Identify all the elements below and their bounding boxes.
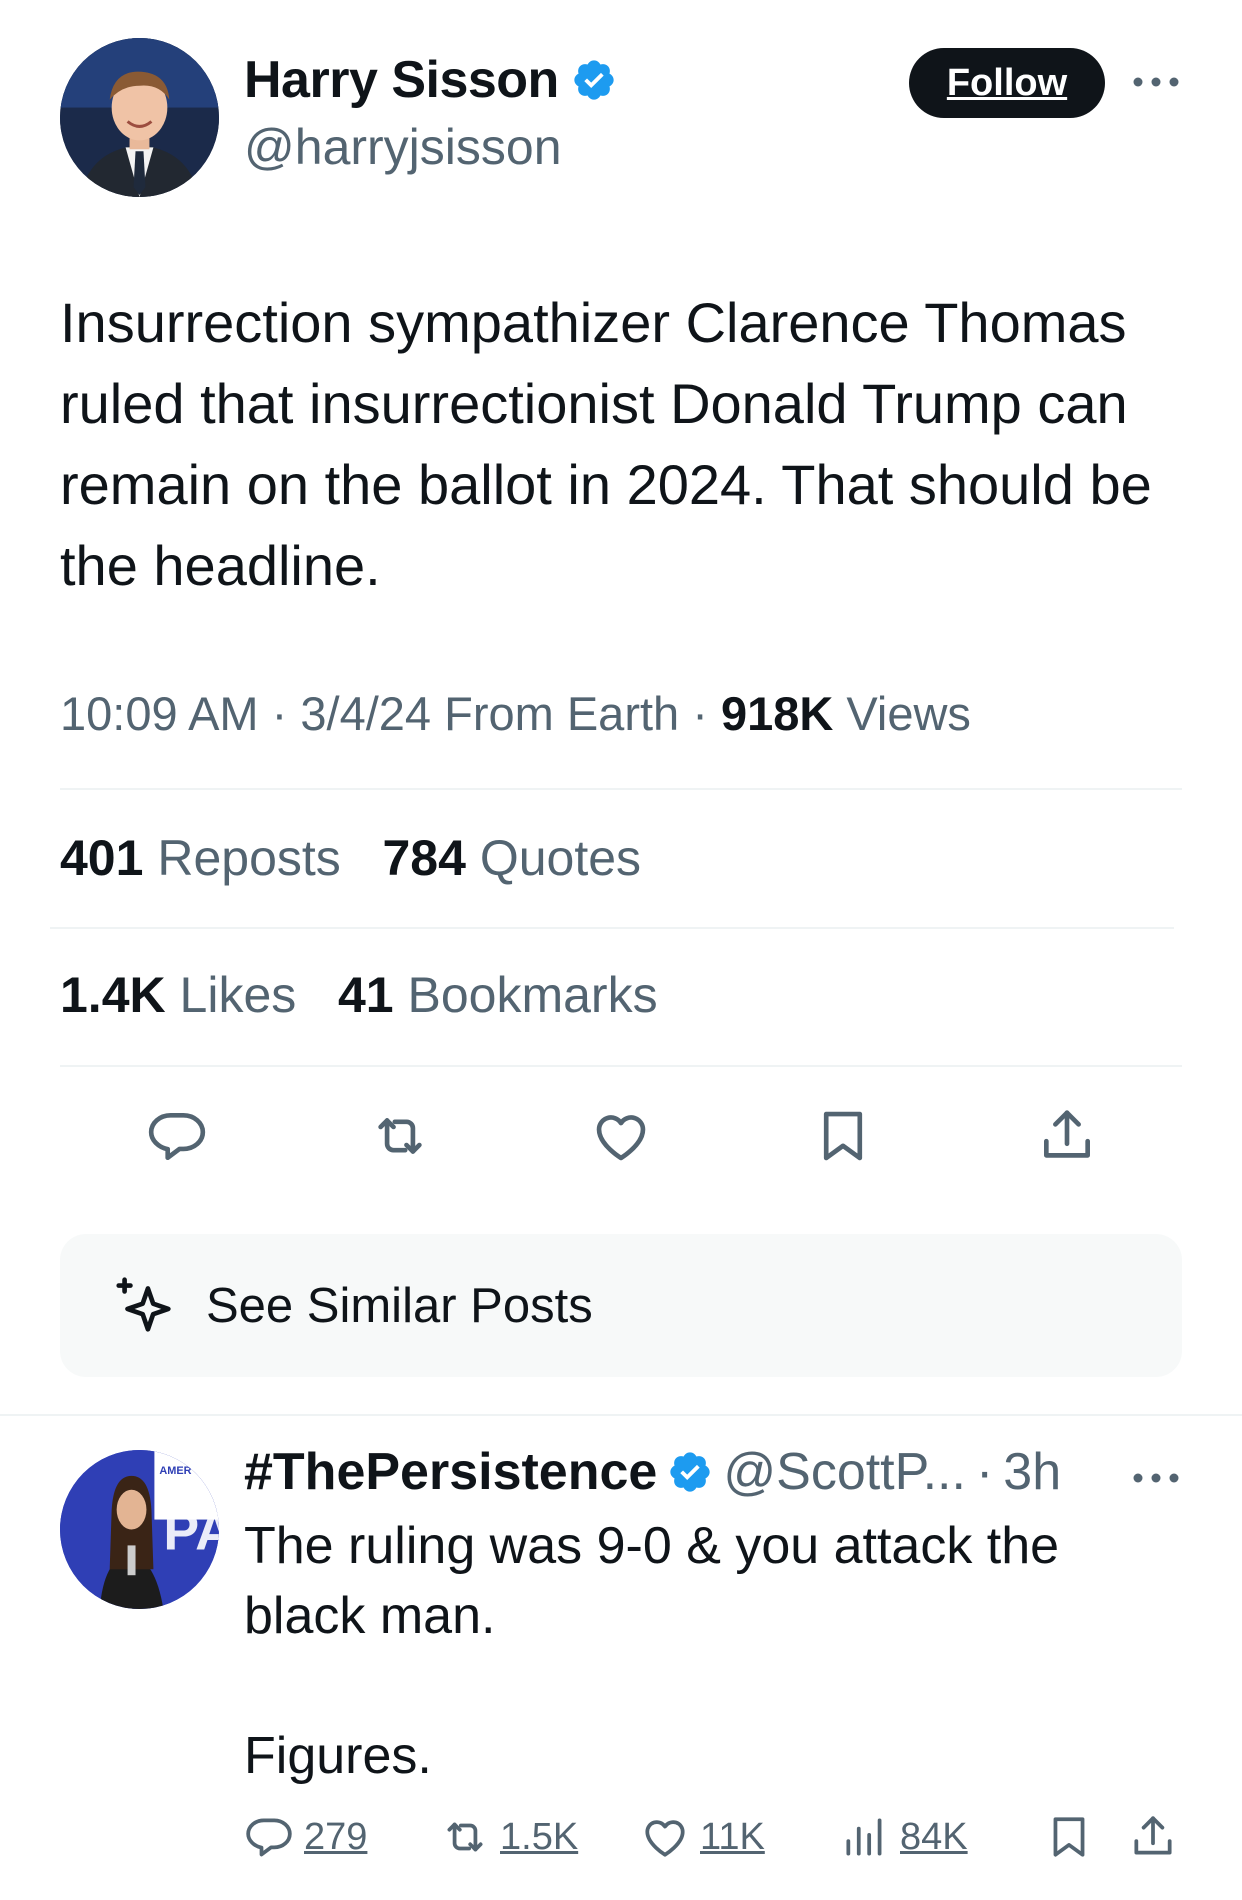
repost-icon bbox=[447, 1822, 483, 1852]
sparkle-icon bbox=[116, 1276, 171, 1332]
share-icon[interactable] bbox=[1027, 1096, 1107, 1176]
tweet-source: From Earth bbox=[444, 687, 680, 740]
quotes-stat[interactable]: 784 Quotes bbox=[382, 830, 641, 886]
reposts-label: Reposts bbox=[157, 830, 341, 886]
tweet-date[interactable]: 3/4/24 bbox=[300, 687, 431, 740]
tweet-text: Insurrection sympathizer Clarence Thomas… bbox=[60, 291, 1152, 597]
author-name[interactable]: Harry Sisson bbox=[244, 50, 617, 110]
reposts-count: 401 bbox=[60, 830, 144, 886]
author-name-text[interactable]: Harry Sisson bbox=[244, 50, 559, 110]
svg-text:PA: PA bbox=[163, 1501, 219, 1561]
reply-time[interactable]: 3h bbox=[1003, 1442, 1061, 1502]
share-icon bbox=[1134, 1816, 1172, 1855]
reply-author-handle[interactable]: @ScottP... bbox=[723, 1442, 966, 1502]
like-icon bbox=[645, 1820, 685, 1857]
reply-like-button[interactable]: 11K bbox=[640, 1812, 765, 1862]
tweet-meta: 10:09 AM · 3/4/24 From Earth · 918K View… bbox=[60, 686, 971, 741]
tweet-time[interactable]: 10:09 AM bbox=[60, 687, 259, 740]
divider bbox=[60, 1065, 1182, 1067]
reply-avatar[interactable]: AMER CONSE UNION PA bbox=[60, 1450, 219, 1609]
views-icon bbox=[846, 1818, 882, 1856]
author-handle[interactable]: @harryjsisson bbox=[244, 118, 562, 176]
reposts-stat[interactable]: 401 Reposts bbox=[60, 830, 355, 886]
see-similar-posts-button[interactable]: See Similar Posts bbox=[60, 1234, 1182, 1377]
divider bbox=[60, 788, 1182, 790]
reply-more-options-icon[interactable] bbox=[1132, 1458, 1180, 1498]
reply-icon[interactable] bbox=[137, 1096, 217, 1176]
reply-author-name[interactable]: #ThePersistence bbox=[244, 1442, 657, 1502]
meta-separator: · bbox=[271, 687, 288, 740]
author-avatar-image bbox=[60, 38, 219, 197]
views-label: Views bbox=[846, 687, 971, 740]
more-options-icon[interactable] bbox=[1132, 62, 1180, 102]
likes-stat[interactable]: 1.4K Likes bbox=[60, 967, 310, 1023]
bookmark-icon[interactable] bbox=[803, 1096, 883, 1176]
bookmarks-count: 41 bbox=[337, 967, 394, 1023]
reply-bookmark-button[interactable] bbox=[1044, 1812, 1094, 1862]
stats-row-2: 1.4K Likes 41 Bookmarks bbox=[60, 966, 658, 1024]
section-divider bbox=[0, 1414, 1242, 1416]
reply-action-bar: 279 1.5K 11K 84K bbox=[244, 1812, 1204, 1872]
author-avatar[interactable] bbox=[60, 38, 219, 197]
divider bbox=[50, 927, 1174, 929]
views-count: 918K bbox=[720, 687, 834, 740]
reply-repost-button[interactable]: 1.5K bbox=[440, 1812, 578, 1862]
quotes-label: Quotes bbox=[479, 830, 642, 886]
stats-row-1: 401 Reposts 784 Quotes bbox=[60, 829, 641, 887]
reply-text: The ruling was 9-0 & you attack the blac… bbox=[244, 1517, 1060, 1785]
quotes-count: 784 bbox=[382, 830, 466, 886]
meta-separator: · bbox=[692, 687, 708, 740]
reply-reposts-count: 1.5K bbox=[500, 1815, 579, 1858]
follow-button[interactable]: Follow bbox=[909, 48, 1105, 118]
verified-badge-icon bbox=[574, 60, 614, 100]
reply-views-button[interactable]: 84K bbox=[840, 1812, 968, 1862]
bookmark-icon bbox=[1053, 1817, 1085, 1857]
reply-replies-count: 279 bbox=[304, 1815, 368, 1858]
like-icon[interactable] bbox=[581, 1096, 661, 1176]
reply-reply-button[interactable]: 279 bbox=[244, 1812, 367, 1862]
see-similar-posts-label: See Similar Posts bbox=[206, 1278, 593, 1333]
reply-separator: · bbox=[975, 1443, 994, 1501]
reply-header: #ThePersistence @ScottP... · 3h bbox=[244, 1442, 1061, 1502]
likes-count: 1.4K bbox=[60, 967, 166, 1023]
bookmarks-label: Bookmarks bbox=[407, 967, 658, 1023]
repost-icon[interactable] bbox=[360, 1096, 440, 1176]
likes-label: Likes bbox=[179, 967, 297, 1023]
avatar-banner-text: AMER CONSE UNION bbox=[159, 1465, 219, 1477]
reply-avatar-image: AMER CONSE UNION PA bbox=[60, 1450, 219, 1609]
reply-icon bbox=[246, 1818, 292, 1857]
verified-badge-icon bbox=[670, 1452, 710, 1492]
reply-views-count: 84K bbox=[900, 1815, 968, 1858]
reply-share-button[interactable] bbox=[1128, 1812, 1178, 1862]
bookmarks-stat[interactable]: 41 Bookmarks bbox=[338, 967, 658, 1023]
reply-likes-count: 11K bbox=[700, 1815, 765, 1858]
